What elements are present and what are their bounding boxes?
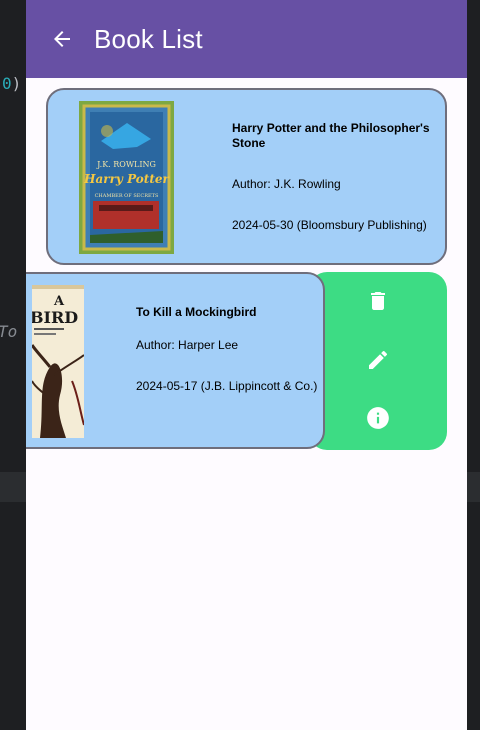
book-info: To Kill a Mockingbird Author: Harper Lee… [136,305,323,394]
ide-highlight-line [0,472,26,502]
book-title: To Kill a Mockingbird [136,305,257,319]
book-cover-art: J.K. ROWLING Harry Potter CHAMBER OF SEC… [79,101,174,254]
book-info: Harry Potter and the Philosopher's Stone… [232,121,437,233]
info-icon [367,407,389,429]
page-title: Book List [94,23,203,54]
info-button[interactable] [363,403,393,433]
app-bar: Book List [26,0,467,78]
ide-background: 0) To [0,0,26,730]
arrow-back-icon [54,31,70,47]
book-cover-image: J.K. ROWLING Harry Potter CHAMBER OF SEC… [79,101,174,254]
ide-code-fragment-to: To [0,322,18,341]
cover-title-text: BIRD [32,308,78,327]
book-author: Author: J.K. Rowling [232,177,341,191]
edit-icon [369,350,388,369]
book-card[interactable]: A BIRD To Kill a Mockingbird Author: Har… [26,272,325,449]
cover-top-text: A [53,294,65,309]
book-card[interactable]: J.K. ROWLING Harry Potter CHAMBER OF SEC… [46,88,447,265]
ide-highlight-line [467,472,480,502]
delete-button[interactable] [363,286,393,316]
book-author: Author: Harper Lee [136,338,239,352]
cover-subtitle-text: CHAMBER OF SECRETS [95,193,159,199]
app-screen: Book List J.K. ROWLING Harry Potter CHAM… [26,0,467,730]
cover-author-text: J.K. ROWLING [96,160,156,169]
book-title: Harry Potter and the Philosopher's Stone [232,121,430,150]
swipe-actions-panel [309,272,447,450]
book-cover-art: A BIRD [32,285,84,438]
edit-button[interactable] [363,345,393,375]
cover-title-text: Harry Potter [83,172,170,186]
book-publish-date: 2024-05-30 (Bloomsbury Publishing) [232,218,427,232]
delete-icon [371,292,385,310]
ide-code-fragment: 0) [2,74,22,93]
book-publish-date: 2024-05-17 (J.B. Lippincott & Co.) [136,379,318,393]
book-cover-image: A BIRD [32,285,84,438]
ide-background-right [467,0,480,730]
back-button[interactable] [44,21,80,57]
